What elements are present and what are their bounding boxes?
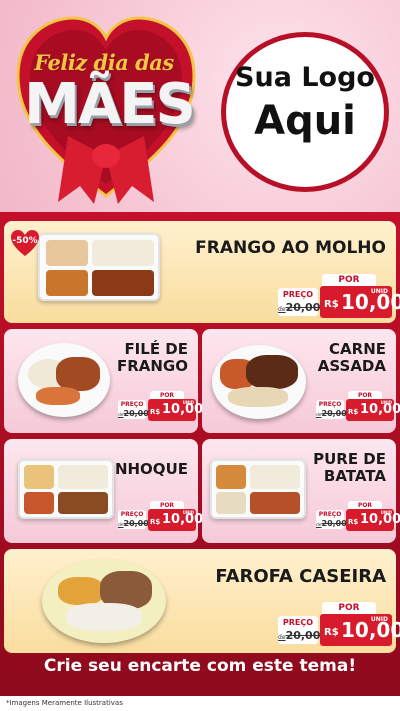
product-name-line: FILÉ DE bbox=[124, 340, 188, 358]
old-price-box: PREÇO de20,00 bbox=[316, 510, 347, 529]
new-price-box: R$ 10,00 UNID bbox=[320, 614, 400, 646]
product-name-line: PURE DE bbox=[313, 450, 386, 468]
currency: R$ bbox=[324, 299, 339, 310]
old-price: de20,00 bbox=[278, 629, 321, 642]
food-image-tray bbox=[38, 233, 160, 301]
price-tag: POR PREÇO de20,00 R$ 10,00 UNID bbox=[118, 501, 203, 531]
product-card-farofa-caseira: FAROFA CASEIRA POR PREÇO de20,00 R$ 10,0… bbox=[4, 549, 400, 653]
product-name: FAROFA CASEIRA bbox=[215, 566, 386, 587]
unit-label: UNID bbox=[370, 288, 388, 295]
old-price-prefix: de bbox=[278, 306, 286, 313]
new-price-box: R$ 10,00 UNID bbox=[148, 509, 203, 531]
preco-label: PREÇO bbox=[120, 401, 144, 408]
food-image-tray bbox=[18, 459, 114, 519]
old-price-box: PREÇO de20,00 bbox=[118, 510, 149, 529]
new-price-box: R$ 10,00 UNID bbox=[346, 509, 400, 531]
old-price-value: 20,00 bbox=[123, 519, 149, 528]
title-main-text: MÃES bbox=[24, 72, 196, 137]
por-label: POR bbox=[322, 602, 376, 614]
product-name: CARNE ASSADA bbox=[318, 341, 386, 375]
preco-label: PREÇO bbox=[282, 618, 314, 627]
product-name-line: FRANGO AO MOLHO bbox=[195, 238, 386, 258]
preco-label: PREÇO bbox=[318, 401, 342, 408]
old-price-box: PREÇO de20,00 bbox=[278, 288, 321, 316]
old-price-box: PREÇO de20,00 bbox=[278, 616, 321, 644]
old-price-prefix: de bbox=[278, 634, 286, 641]
new-price-box: R$ 10,00 UNID bbox=[346, 399, 400, 421]
price-tag: POR PREÇO de20,00 R$ 10,00 UNID bbox=[316, 391, 400, 421]
price-tag: POR PREÇO de20,00 R$ 10,00 UNID bbox=[278, 602, 400, 646]
product-name: FRANGO AO MOLHO bbox=[195, 238, 386, 258]
price-tag: POR PREÇO de20,00 R$ 10,00 UNID bbox=[278, 274, 400, 318]
old-price: de20,00 bbox=[278, 301, 321, 314]
logo-text-line1: Sua Logo bbox=[235, 62, 375, 93]
unit-label: UNID bbox=[182, 400, 194, 405]
new-price-box: R$ 10,00 UNID bbox=[320, 286, 400, 318]
product-name-line: NHOQUE bbox=[114, 460, 188, 478]
preco-label: PREÇO bbox=[318, 511, 342, 518]
product-name-line: BATATA bbox=[323, 466, 386, 485]
old-price-box: PREÇO de20,00 bbox=[118, 400, 149, 419]
food-image-bowl bbox=[18, 343, 110, 417]
product-name-line: CARNE bbox=[329, 340, 386, 358]
new-price-box: R$ 10,00 UNID bbox=[148, 399, 203, 421]
product-name-line: FRANGO bbox=[116, 356, 188, 375]
unit-label: UNID bbox=[370, 616, 388, 623]
product-name-line: FAROFA CASEIRA bbox=[215, 566, 386, 587]
product-card-carne-assada: CARNE ASSADA POR PREÇO de20,00 R$ 10,00 … bbox=[202, 329, 400, 433]
old-price-value: 20,00 bbox=[123, 409, 149, 418]
old-price: de20,00 bbox=[316, 409, 347, 418]
unit-label: UNID bbox=[380, 510, 392, 515]
currency: R$ bbox=[324, 627, 339, 638]
old-price-box: PREÇO de20,00 bbox=[316, 400, 347, 419]
product-name: PURE DE BATATA bbox=[313, 451, 386, 485]
por-label: POR bbox=[322, 274, 376, 286]
old-price-value: 20,00 bbox=[285, 629, 321, 642]
old-price-value: 20,00 bbox=[285, 301, 321, 314]
product-card-nhoque: NHOQUE POR PREÇO de20,00 R$ 10,00 UNID bbox=[4, 439, 203, 543]
food-image-bowl bbox=[212, 345, 306, 419]
discount-badge-text: -50% bbox=[12, 236, 38, 246]
unit-label: UNID bbox=[182, 510, 194, 515]
flyer-page: Feliz dia das MÃES Sua Logo Aqui -50% FR… bbox=[0, 0, 400, 711]
currency: R$ bbox=[348, 518, 359, 526]
cta-text: Crie seu encarte com este tema! bbox=[43, 656, 357, 676]
unit-label: UNID bbox=[380, 400, 392, 405]
food-image-tray bbox=[210, 459, 306, 519]
price-tag: POR PREÇO de20,00 R$ 10,00 UNID bbox=[118, 391, 203, 421]
price-tag: POR PREÇO de20,00 R$ 10,00 UNID bbox=[316, 501, 400, 531]
old-price: de20,00 bbox=[118, 519, 149, 528]
logo-text-line2: Aqui bbox=[254, 98, 356, 144]
header-banner: Feliz dia das MÃES Sua Logo Aqui bbox=[0, 0, 400, 212]
currency: R$ bbox=[348, 408, 359, 416]
product-card-file-de-frango: FILÉ DE FRANGO POR PREÇO de20,00 R$ 10,0… bbox=[4, 329, 203, 433]
preco-label: PREÇO bbox=[282, 290, 314, 299]
old-price-value: 20,00 bbox=[321, 519, 347, 528]
currency: R$ bbox=[150, 518, 161, 526]
disclaimer-text: *Imagens Meramente Ilustrativas bbox=[6, 699, 123, 707]
old-price: de20,00 bbox=[118, 409, 149, 418]
product-name: NHOQUE bbox=[115, 461, 188, 478]
product-card-pure-de-batata: PURE DE BATATA POR PREÇO de20,00 R$ 10,0… bbox=[202, 439, 400, 543]
old-price: de20,00 bbox=[316, 519, 347, 528]
preco-label: PREÇO bbox=[120, 511, 144, 518]
food-image-bowl bbox=[42, 559, 166, 643]
old-price-value: 20,00 bbox=[321, 409, 347, 418]
product-name: FILÉ DE FRANGO bbox=[117, 341, 188, 375]
product-name-line: ASSADA bbox=[317, 356, 386, 375]
currency: R$ bbox=[150, 408, 161, 416]
product-card-frango-ao-molho: -50% FRANGO AO MOLHO POR PREÇO de20,00 R… bbox=[4, 221, 400, 323]
